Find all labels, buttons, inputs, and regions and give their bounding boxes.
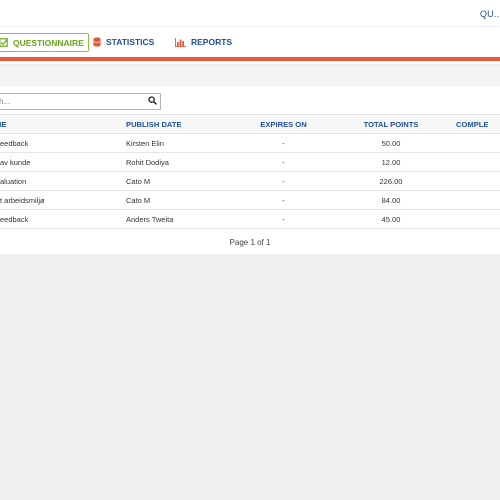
col-name[interactable]: ME: [0, 114, 126, 134]
row-name[interactable]: eedback: [0, 133, 126, 153]
user-menu-link[interactable]: QU...: [480, 9, 500, 19]
pagination-label: Page 1 of 1: [229, 238, 271, 247]
row-completed: [456, 209, 500, 229]
row-completed: [456, 133, 500, 153]
row-points: 84.00: [326, 190, 456, 210]
row-publisher: Rohit Dodiya: [126, 152, 241, 172]
row-expires: -: [241, 190, 326, 210]
row-expires: -: [241, 133, 326, 153]
row-name[interactable]: av kunde: [0, 152, 126, 172]
tab-reports-label: REPORTS: [191, 37, 233, 47]
table-row[interactable]: aluation Cato M - 226.00: [0, 171, 500, 191]
row-publisher: Anders Tweita: [126, 209, 241, 229]
row-expires: -: [241, 152, 326, 172]
main-panel: QU... QUESTIONNAIRE STATISTICS REPORTS h…: [0, 0, 500, 254]
tab-reports[interactable]: REPORTS: [175, 33, 232, 51]
row-points: 45.00: [326, 209, 456, 229]
row-points: 12.00: [326, 152, 456, 172]
col-total-points[interactable]: TOTAL POINTS: [326, 114, 456, 134]
row-name[interactable]: t arbeidsmiljø: [0, 190, 126, 210]
table-row[interactable]: t arbeidsmiljø Cato M - 84.00: [0, 190, 500, 210]
col-publish-date[interactable]: PUBLISH DATE: [126, 114, 241, 134]
tab-questionnaire[interactable]: QUESTIONNAIRE: [0, 33, 89, 52]
row-completed: [456, 152, 500, 172]
checkbox-icon: [0, 38, 8, 47]
col-completed[interactable]: COMPLE: [456, 114, 500, 134]
accent-bar: [0, 57, 500, 61]
row-publisher: Cato M: [126, 190, 241, 210]
questionnaire-table: ME PUBLISH DATE EXPIRES ON TOTAL POINTS …: [0, 114, 500, 229]
row-completed: [456, 190, 500, 210]
tab-bar: QUESTIONNAIRE STATISTICS REPORTS: [0, 26, 500, 58]
table-row[interactable]: av kunde Rohit Dodiya - 12.00: [0, 152, 500, 172]
search-icon[interactable]: [148, 96, 157, 105]
table-row[interactable]: eedback Anders Tweita - 45.00: [0, 209, 500, 229]
tab-statistics-label: STATISTICS: [106, 37, 155, 47]
row-publisher: Kirsten Elin: [126, 133, 241, 153]
col-expires-on[interactable]: EXPIRES ON: [241, 114, 326, 134]
search-input[interactable]: [0, 94, 139, 109]
row-points: 50.00: [326, 133, 456, 153]
tab-questionnaire-label: QUESTIONNAIRE: [13, 37, 84, 48]
toolbar-strip: [0, 64, 500, 86]
table-header-row: ME PUBLISH DATE EXPIRES ON TOTAL POINTS …: [0, 114, 500, 134]
bar-chart-icon: [175, 37, 186, 47]
row-publisher: Cato M: [126, 171, 241, 191]
row-completed: [456, 171, 500, 191]
table-row[interactable]: eedback Kirsten Elin - 50.00: [0, 133, 500, 153]
tab-statistics[interactable]: STATISTICS: [93, 33, 154, 51]
row-points: 226.00: [326, 171, 456, 191]
database-icon: [93, 37, 101, 47]
row-expires: -: [241, 171, 326, 191]
row-expires: -: [241, 209, 326, 229]
row-name[interactable]: aluation: [0, 171, 126, 191]
search-box: [0, 93, 161, 110]
row-name[interactable]: eedback: [0, 209, 126, 229]
